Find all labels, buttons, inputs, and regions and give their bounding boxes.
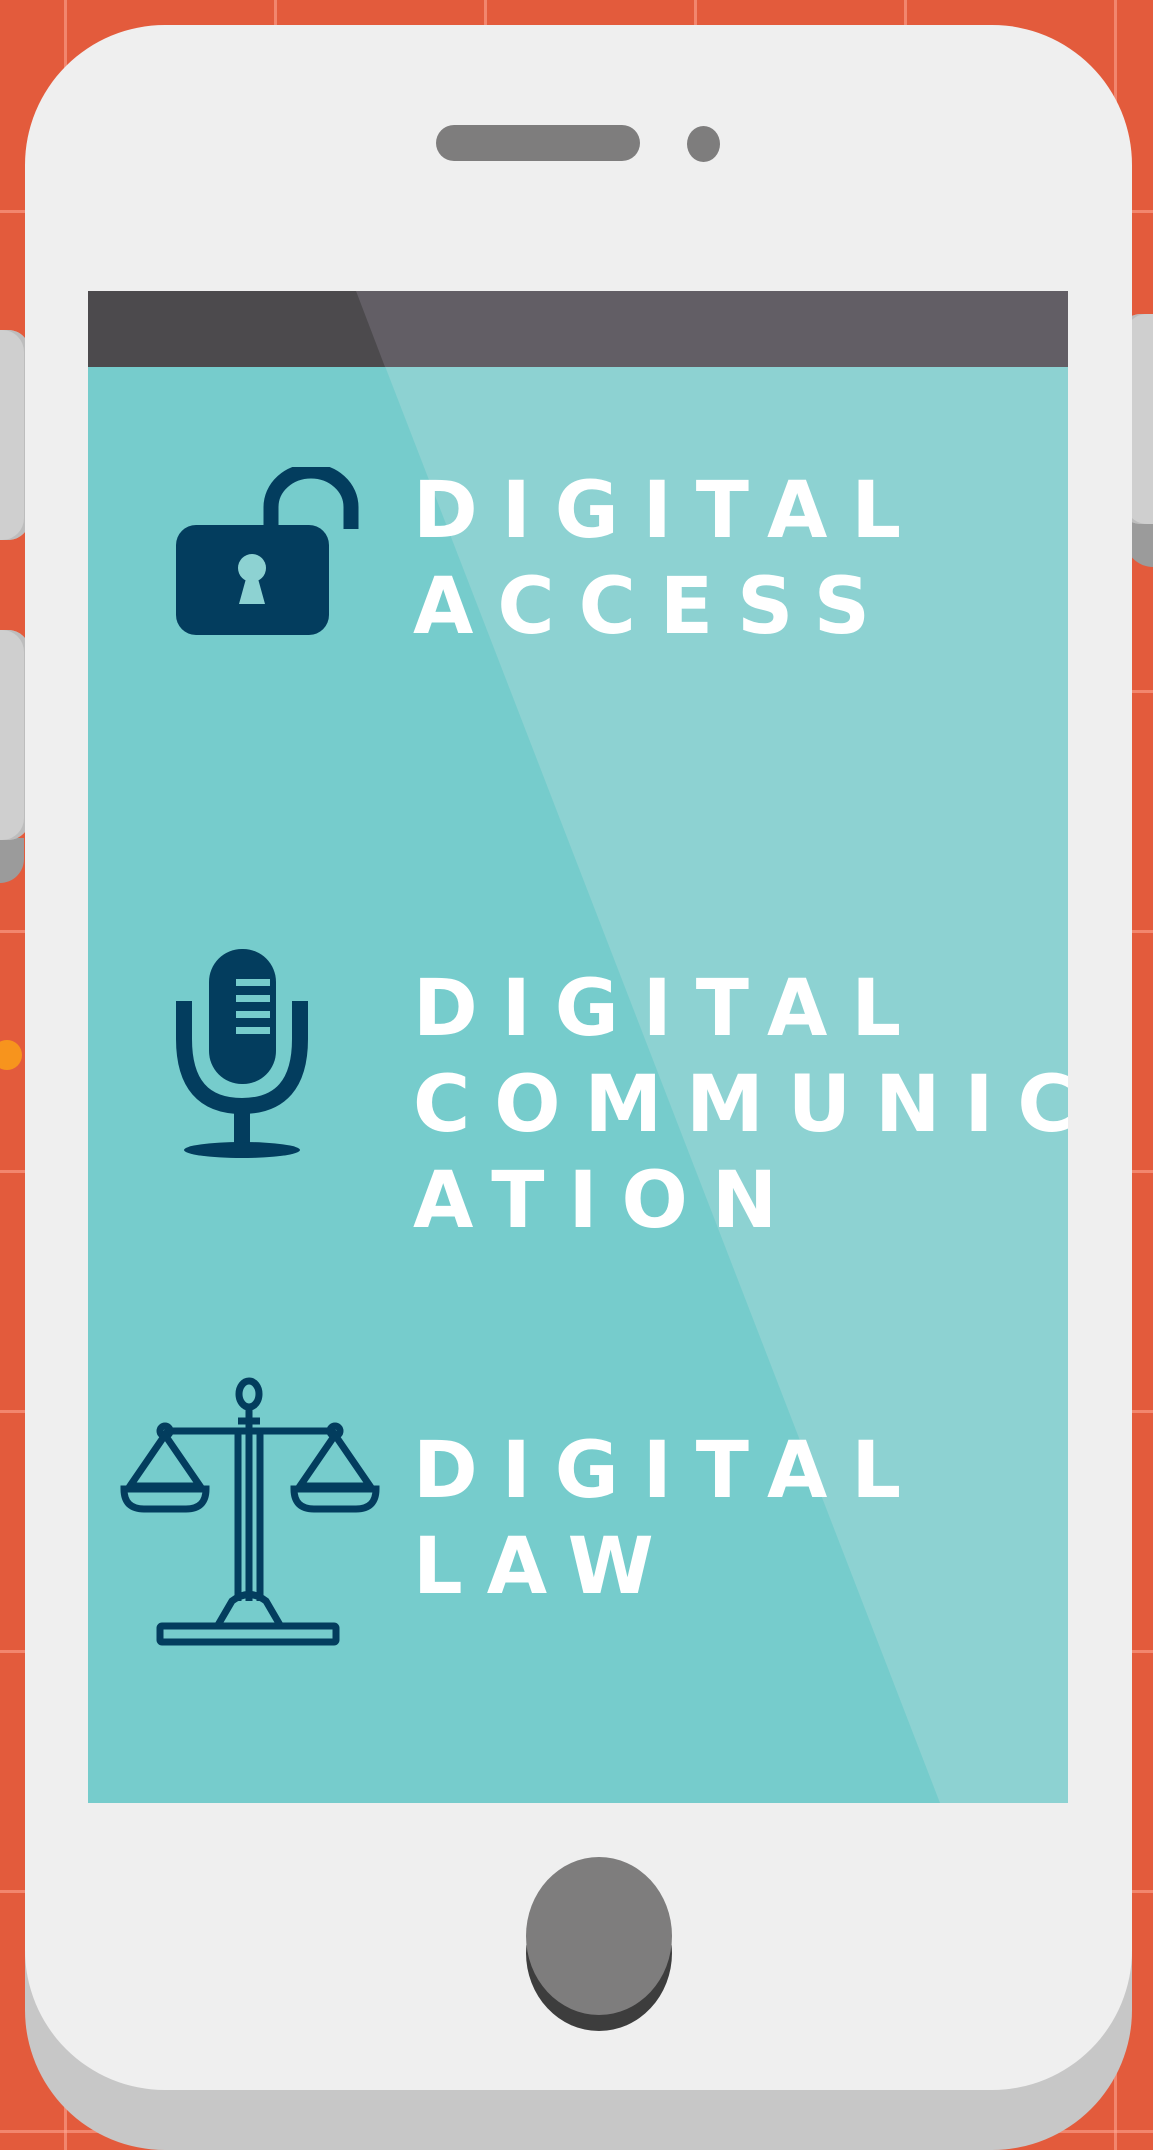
unlocked-padlock-icon: [176, 463, 376, 641]
item-label-line: ation: [413, 1156, 802, 1246]
list-item-digital-law[interactable]: Digital Law: [88, 1377, 1068, 1791]
item-label-line: Access: [413, 562, 894, 652]
item-label-line: Communic: [413, 1060, 1068, 1150]
item-label-line: Digital: [413, 466, 926, 556]
list-item-digital-access[interactable]: Digital Access: [88, 291, 1068, 691]
item-label: Digital Access: [413, 463, 925, 655]
home-button[interactable]: [526, 1857, 672, 2015]
decorative-dot: [0, 1040, 22, 1070]
side-button-shadow: [0, 838, 24, 883]
item-label-line: Digital: [413, 964, 926, 1054]
item-label: Digital Law: [413, 1423, 925, 1615]
microphone-icon: [176, 949, 316, 1168]
item-label-line: Law: [413, 1522, 678, 1612]
item-label: Digital Communic ation: [413, 961, 1068, 1249]
item-label-line: Digital: [413, 1426, 926, 1516]
speaker-grille: [436, 125, 640, 161]
phone-screen: Digital Access Digital Communic ation: [88, 291, 1068, 1803]
list-item-digital-communication[interactable]: Digital Communic ation: [88, 891, 1068, 1291]
front-camera: [687, 126, 720, 162]
scales-of-justice-icon: [120, 1373, 380, 1657]
